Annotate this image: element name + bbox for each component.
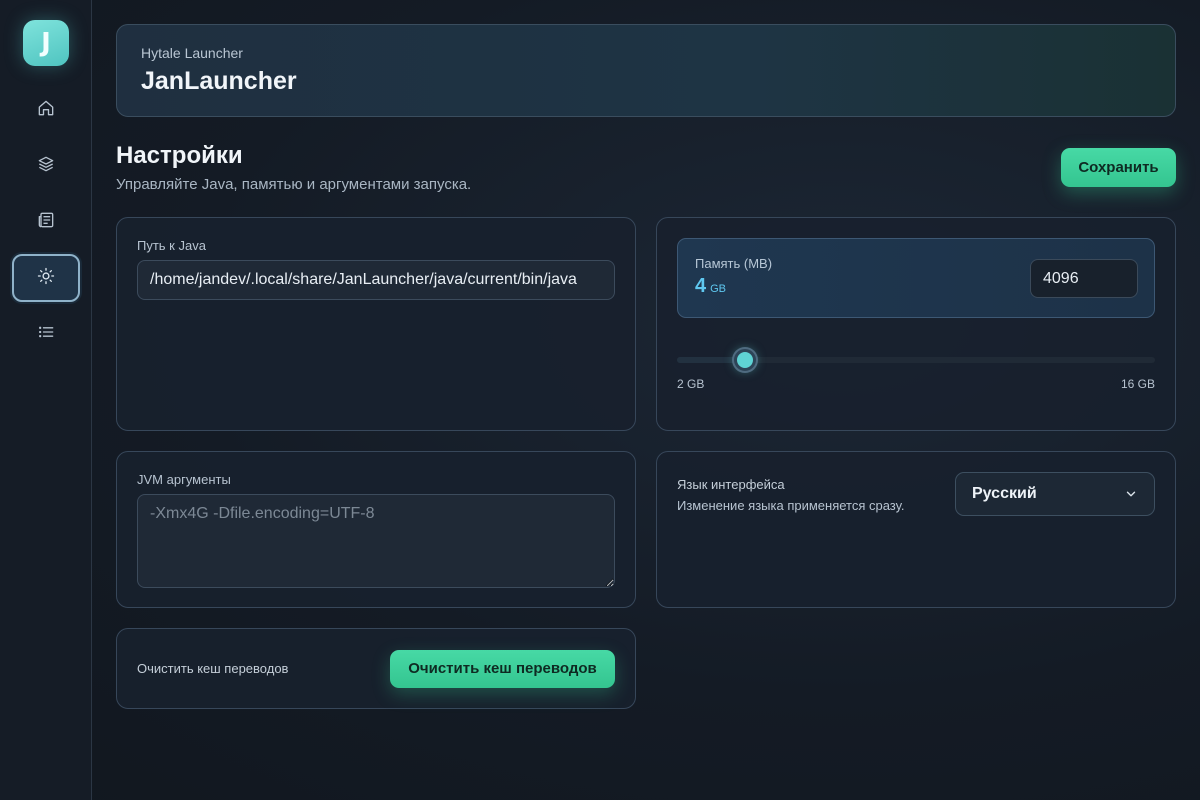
jvm-args-label: JVM аргументы: [137, 472, 231, 487]
java-path-label: Путь к Java: [137, 238, 206, 253]
sidebar-item-list[interactable]: [12, 310, 80, 358]
save-button[interactable]: Сохранить: [1061, 148, 1176, 187]
page-subtitle: Управляйте Java, памятью и аргументами з…: [116, 176, 472, 193]
memory-value-unit: GB: [710, 283, 727, 295]
memory-slider-max-label: 16 GB: [1120, 377, 1155, 391]
header-subtitle: Hytale Launcher: [141, 45, 243, 61]
sidebar-item-news[interactable]: [12, 198, 80, 246]
java-path-card: Путь к Java: [116, 217, 636, 431]
clear-cache-button[interactable]: Очистить кеш переводов: [390, 649, 615, 688]
memory-value-number: 4: [695, 275, 707, 297]
layers-icon: [36, 154, 56, 179]
memory-card: Память (MB) 4GB 2 GB 16 GB: [656, 217, 1176, 431]
memory-slider-thumb[interactable]: [734, 349, 757, 371]
language-card: Язык интерфейса Изменение языка применяе…: [656, 451, 1176, 608]
app-header: Hytale Launcher JanLauncher: [116, 24, 1176, 117]
java-path-input[interactable]: [137, 260, 615, 300]
jvm-args-textarea[interactable]: [137, 494, 615, 588]
header-title: JanLauncher: [141, 67, 297, 95]
language-description: Изменение языка применяется сразу.: [677, 498, 905, 513]
page-title: Настройки: [116, 142, 243, 169]
sidebar-item-settings[interactable]: [12, 254, 80, 302]
memory-value: 4 GB: [695, 275, 726, 298]
newspaper-icon: [36, 210, 56, 235]
settings-icon: [36, 266, 56, 291]
sidebar-item-home[interactable]: [12, 86, 80, 134]
cache-card: Очистить кеш переводов Очистить кеш пере…: [116, 628, 636, 709]
memory-label: Память (MB): [695, 256, 773, 271]
sidebar-item-layers[interactable]: [12, 142, 80, 190]
memory-slider-min-label: 2 GB: [677, 377, 705, 391]
home-icon: [36, 98, 56, 123]
list-icon: [36, 322, 56, 347]
memory-mb-input[interactable]: [1030, 259, 1138, 298]
sidebar: J: [0, 0, 92, 800]
language-select[interactable]: Русский: [955, 472, 1155, 516]
app-logo[interactable]: J: [23, 20, 69, 66]
chevron-down-icon: [1124, 487, 1138, 501]
language-selected-value: Русский: [972, 485, 1037, 502]
memory-summary: Память (MB) 4 GB: [677, 238, 1155, 318]
jvm-args-card: JVM аргументы: [116, 451, 636, 608]
language-title: Язык интерфейса: [677, 477, 785, 492]
logo-letter: J: [41, 28, 51, 58]
cache-label: Очистить кеш переводов: [137, 661, 289, 676]
